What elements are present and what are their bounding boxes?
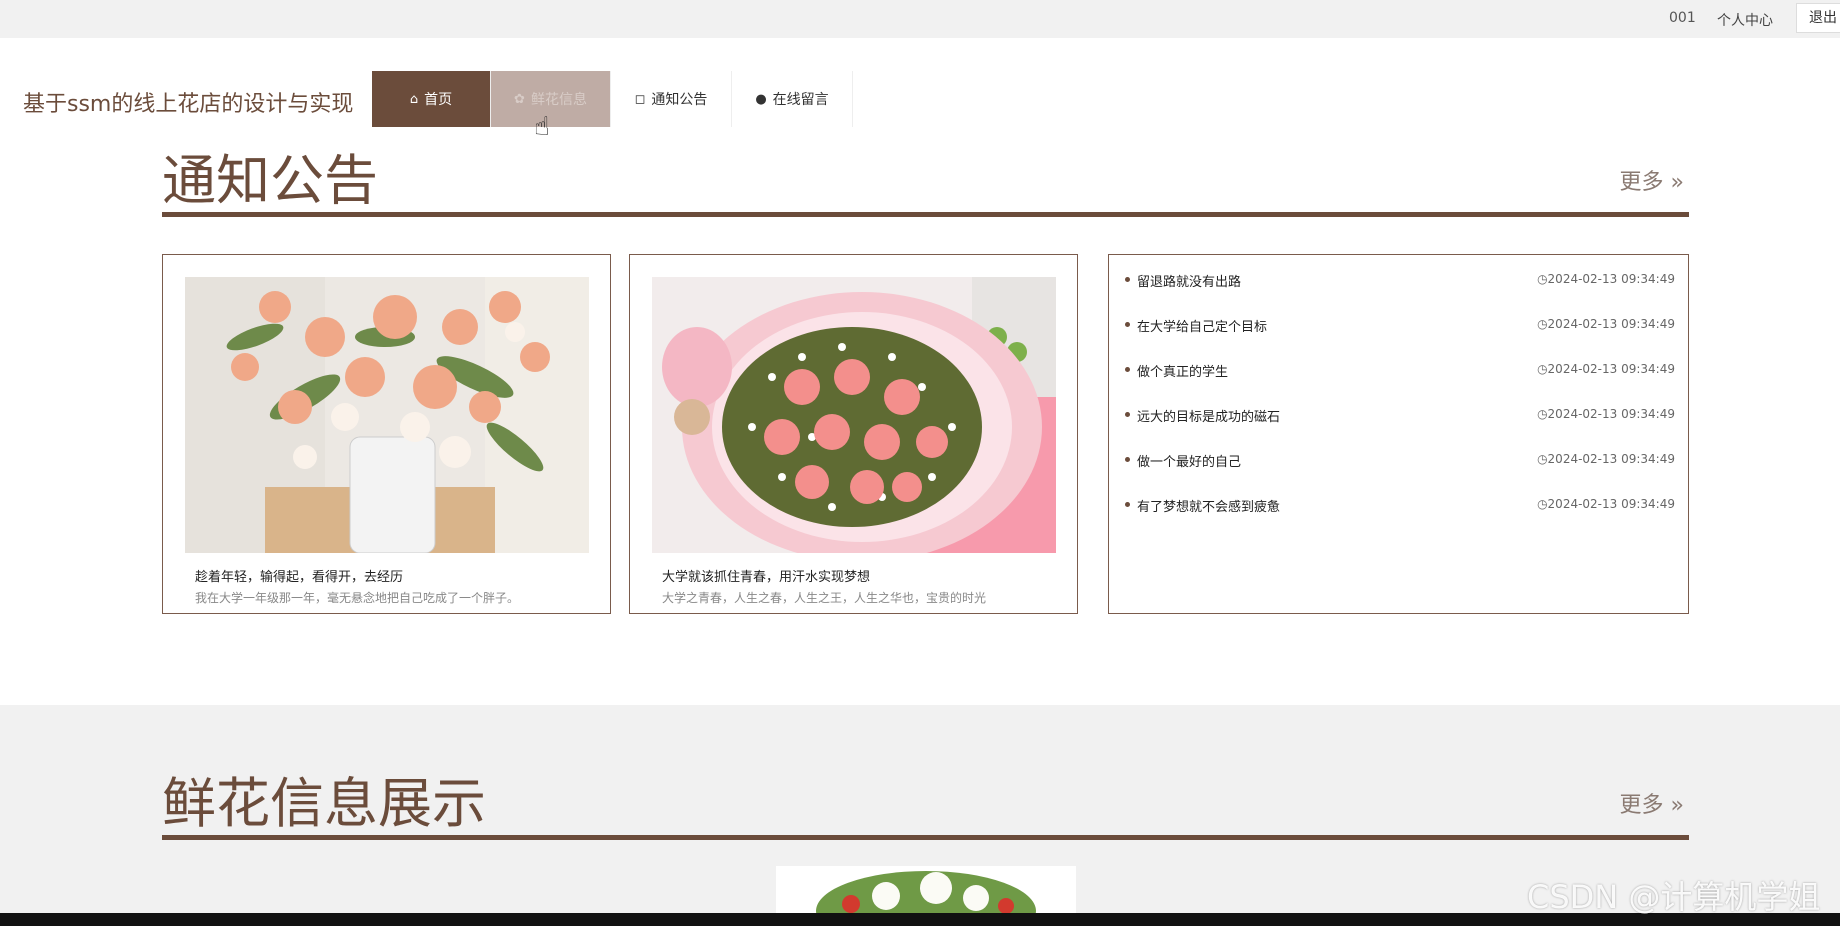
bullet-icon [1125,367,1130,372]
clock-icon: ◷ [1537,452,1548,466]
flower-section-header: 鲜花信息展示 更多 » [162,772,1689,840]
clock-icon: ◷ [1537,497,1548,511]
notice-title: 有了梦想就不会感到疲惫 [1137,500,1281,515]
list-item[interactable]: 有了梦想就不会感到疲惫 ◷2024-02-13 09:34:49 [1125,494,1675,516]
notice-time: ◷2024-02-13 09:34:49 [1537,362,1675,376]
notice-card[interactable]: 大学就该抓住青春，用汗水实现梦想 大学之青春，人生之春，人生之王，人生之华也，宝… [629,254,1078,614]
nav-item-messages[interactable]: ● 在线留言 [732,71,853,127]
logout-button[interactable]: 退出 [1796,3,1840,33]
flower-image[interactable] [776,866,1076,916]
flower-icon: ✿ [514,91,525,107]
double-chevron-icon: » [1670,170,1684,195]
notice-title: 在大学给自己定个目标 [1137,320,1268,335]
notice-title: 远大的目标是成功的磁石 [1137,410,1281,425]
username: 001 [1669,10,1696,26]
bullet-icon [1125,277,1130,282]
list-item[interactable]: 远大的目标是成功的磁石 ◷2024-02-13 09:34:49 [1125,404,1675,426]
notice-time: ◷2024-02-13 09:34:49 [1537,407,1675,421]
more-link[interactable]: 更多 » [1620,164,1684,196]
card-description: 我在大学一年级那一年，毫无悬念地把自己吃成了一个胖子。 [195,591,520,605]
notice-time: ◷2024-02-13 09:34:49 [1537,497,1675,511]
card-title: 大学就该抓住青春，用汗水实现梦想 [662,570,871,585]
notice-section-header: 通知公告 更多 » [162,149,1689,217]
nav-item-home[interactable]: ⌂ 首页 [372,71,491,127]
hand-cursor-icon: ☝ [534,112,550,142]
list-item[interactable]: 留退路就没有出路 ◷2024-02-13 09:34:49 [1125,269,1675,291]
section-title: 鲜花信息展示 [162,772,486,835]
notice-time: ◷2024-02-13 09:34:49 [1537,317,1675,331]
notice-list: 留退路就没有出路 ◷2024-02-13 09:34:49 在大学给自己定个目标… [1108,254,1689,614]
notice-title: 做个真正的学生 [1137,365,1229,380]
clock-icon: ◷ [1537,407,1548,421]
bullet-icon [1125,502,1130,507]
bullet-icon [1125,412,1130,417]
alert-icon: ● [755,91,767,107]
top-bar: 001 个人中心 退出 [0,0,1840,38]
bullet-icon [1125,322,1130,327]
nav-item-notices[interactable]: ◻ 通知公告 [611,71,732,127]
more-link[interactable]: 更多 » [1620,787,1684,819]
card-title: 趁着年轻，输得起，看得开，去经历 [195,570,404,585]
notice-card[interactable]: 趁着年轻，输得起，看得开，去经历 我在大学一年级那一年，毫无悬念地把自己吃成了一… [162,254,611,614]
nav-item-label: 首页 [424,92,453,108]
clock-icon: ◷ [1537,362,1548,376]
list-item[interactable]: 做个真正的学生 ◷2024-02-13 09:34:49 [1125,359,1675,381]
bag-icon: ◻ [634,91,646,107]
list-item[interactable]: 做一个最好的自己 ◷2024-02-13 09:34:49 [1125,449,1675,471]
notice-time: ◷2024-02-13 09:34:49 [1537,452,1675,466]
nav-item-label: 通知公告 [651,92,708,108]
notice-time: ◷2024-02-13 09:34:49 [1537,272,1675,286]
nav-item-label: 在线留言 [772,92,829,108]
notice-image [185,277,589,553]
card-description: 大学之青春，人生之春，人生之王，人生之华也，宝贵的时光 [662,591,987,605]
watermark: CSDN @计算机学姐 [1527,878,1821,916]
site-title: 基于ssm的线上花店的设计与实现 [23,92,354,117]
section-title: 通知公告 [162,149,378,212]
main-nav: ⌂ 首页 ✿ 鲜花信息 ◻ 通知公告 ● 在线留言 [372,71,853,127]
clock-icon: ◷ [1537,272,1548,286]
notice-title: 留退路就没有出路 [1137,275,1242,290]
notice-image [652,277,1056,553]
double-chevron-icon: » [1670,793,1684,818]
bullet-icon [1125,457,1130,462]
clock-icon: ◷ [1537,317,1548,331]
notice-title: 做一个最好的自己 [1137,455,1242,470]
personal-center-link[interactable]: 个人中心 [1717,10,1773,30]
nav-item-flowers[interactable]: ✿ 鲜花信息 [491,71,611,127]
nav-item-label: 鲜花信息 [530,92,587,108]
list-item[interactable]: 在大学给自己定个目标 ◷2024-02-13 09:34:49 [1125,314,1675,336]
home-icon: ⌂ [409,91,419,107]
